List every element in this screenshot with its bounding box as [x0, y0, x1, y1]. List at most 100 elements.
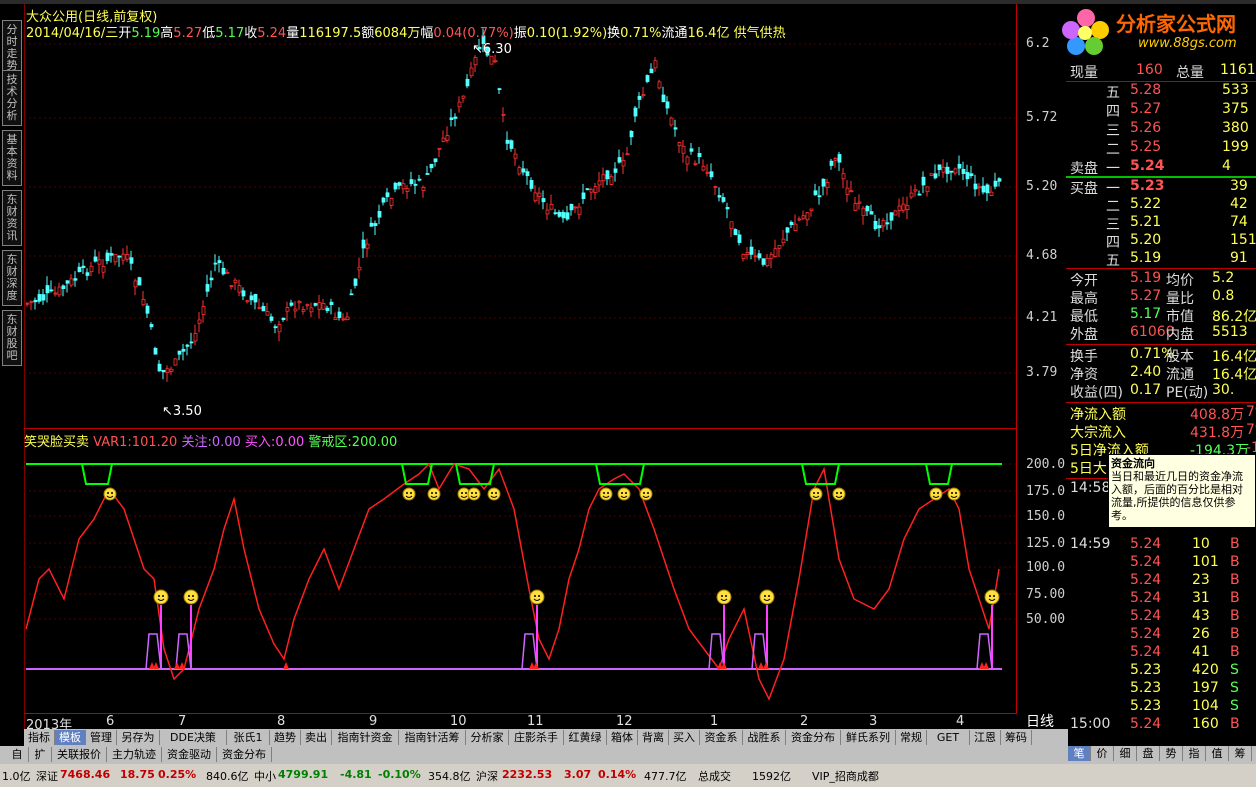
indicator-button[interactable]: 指南针活筹 [399, 730, 466, 745]
bid-row-cell: 买盘 [1070, 181, 1098, 197]
tab-news[interactable]: 东财资讯 [2, 190, 22, 246]
bottom-tab[interactable]: 主力轨迹 [107, 747, 162, 762]
indicator-button[interactable]: GET [927, 730, 970, 745]
indicator-button[interactable]: 战胜系 [743, 730, 786, 745]
candlestick-chart[interactable]: 大众公用(日线,前复权) 2014/04/16/三开5.19高5.27低5.17… [24, 4, 1016, 429]
indicator-button[interactable]: 指标 [24, 730, 55, 745]
indicator-button[interactable]: 江恩 [970, 730, 1001, 745]
warn-zone [401, 463, 433, 485]
indicator-button[interactable]: 管理 [86, 730, 117, 745]
indicator-button[interactable]: 张氏1 [227, 730, 270, 745]
flow-row-cell: 408.8万 [1190, 407, 1245, 423]
candle-body [45, 285, 50, 294]
indicator-button[interactable]: 另存为 [117, 730, 160, 745]
bid-row: 五 5.19 91 [1066, 250, 1256, 269]
indicator-button[interactable]: 模板 [55, 730, 86, 745]
indicator-button[interactable]: 庄影杀手 [509, 730, 564, 745]
bottom-tab[interactable]: 资金分布 [217, 747, 272, 762]
right-tab[interactable]: 势 [1160, 746, 1183, 761]
candle-body [637, 96, 642, 100]
bottom-tab[interactable]: 自 [6, 747, 29, 762]
candle-body [557, 211, 562, 217]
zx-index: 4799.91 [278, 768, 329, 781]
candle-body [73, 278, 78, 281]
bottom-tab[interactable]: 关联报价 [52, 747, 107, 762]
indicator-chart[interactable]: 笑哭脸买卖 VAR1:101.20 关注:0.00 买入:0.00 警戒区:20… [24, 429, 1016, 713]
candle-body [917, 193, 922, 196]
bottom-tab[interactable]: 资金驱动 [162, 747, 217, 762]
stat-row-cell: 量比 [1166, 291, 1194, 307]
candle-body [781, 238, 786, 244]
period-label[interactable]: 日线 [1026, 711, 1054, 731]
candle-body [253, 294, 258, 303]
indicator-button[interactable]: 背离 [638, 730, 669, 745]
candle-body [841, 173, 846, 180]
indicator-button[interactable]: 分析家 [466, 730, 509, 745]
candle-body [873, 220, 878, 230]
panel-separator [1066, 344, 1256, 345]
indicator-button[interactable]: DDE决策 [160, 730, 227, 745]
candle-body [201, 306, 206, 315]
tick-row: 5.23 420 S [1066, 662, 1256, 680]
flow-row-cell: 431.8万 [1190, 425, 1245, 441]
right-tab[interactable]: 价 [1091, 746, 1114, 761]
candle-body [97, 259, 102, 265]
candle-body [129, 257, 134, 264]
indicator-button[interactable]: 资金分布 [786, 730, 841, 745]
ask-row: 二 5.25 199 [1066, 139, 1256, 158]
indicator-button[interactable]: 卖出 [301, 730, 332, 745]
right-tab[interactable]: 值 [1206, 746, 1229, 761]
candle-body [313, 303, 318, 306]
stat2-row-cell: 2.40 [1130, 364, 1162, 380]
tab-forum[interactable]: 东财股吧 [2, 310, 22, 366]
focus-bump [751, 633, 768, 670]
candle-body [577, 206, 582, 215]
right-tab[interactable]: 筹 [1229, 746, 1252, 761]
candle-body [741, 254, 746, 259]
stat-row-cell: 市值 [1166, 309, 1194, 325]
indicator-button[interactable]: 鲜氏系列 [841, 730, 896, 745]
tab-intraday[interactable]: 分时走势 [2, 20, 22, 76]
tick-row: 14:59 5.24 10 B [1066, 536, 1256, 554]
candle-body [549, 204, 554, 210]
stat2-row-cell: 30. [1212, 382, 1235, 398]
indicator-button[interactable]: 筹码 [1001, 730, 1032, 745]
indicator-button[interactable]: 常规 [896, 730, 927, 745]
indicator-button[interactable]: 趋势 [270, 730, 301, 745]
candle-body [881, 220, 886, 227]
warn-zone [801, 463, 840, 485]
tick-row-cell: 14:59 [1070, 536, 1111, 552]
candle-body [389, 197, 394, 206]
indicator-button[interactable]: 指南针资金 [332, 730, 399, 745]
candle-body [821, 178, 826, 187]
status-bar: 1.0亿 深证 7468.46 18.75 0.25% 840.6亿 中小 47… [0, 764, 1256, 787]
candle-body [261, 306, 266, 312]
tab-basic-info[interactable]: 基本资料 [2, 130, 22, 186]
candle-body [697, 153, 702, 158]
candle-body [109, 253, 114, 256]
indicator-button[interactable]: 买入 [669, 730, 700, 745]
tab-depth[interactable]: 东财深度 [2, 250, 22, 306]
candle-body [189, 341, 194, 344]
up-arrow-icon [174, 662, 180, 669]
candle-body [997, 178, 1002, 182]
right-tab[interactable]: 笔 [1068, 746, 1091, 761]
right-tab[interactable]: 细 [1114, 746, 1137, 761]
hs-pct: 0.14% [598, 768, 637, 781]
candle-body [221, 267, 226, 275]
stat2-row-cell: 流通 [1166, 367, 1194, 383]
candle-body [689, 148, 694, 152]
candle-body [237, 285, 242, 293]
candle-body [513, 153, 518, 159]
right-tab[interactable]: 盘 [1137, 746, 1160, 761]
candle-body [813, 190, 818, 196]
indicator-button[interactable]: 红黄绿 [564, 730, 607, 745]
bottom-tab[interactable]: 扩 [29, 747, 52, 762]
indicator-button[interactable]: 资金系 [700, 730, 743, 745]
candle-body [969, 173, 974, 177]
indicator-button[interactable]: 箱体 [607, 730, 638, 745]
x-label: 4 [956, 714, 965, 729]
right-tab[interactable]: 指 [1183, 746, 1206, 761]
tab-technical[interactable]: 技术分析 [2, 70, 22, 126]
x-label: 12 [616, 714, 633, 729]
